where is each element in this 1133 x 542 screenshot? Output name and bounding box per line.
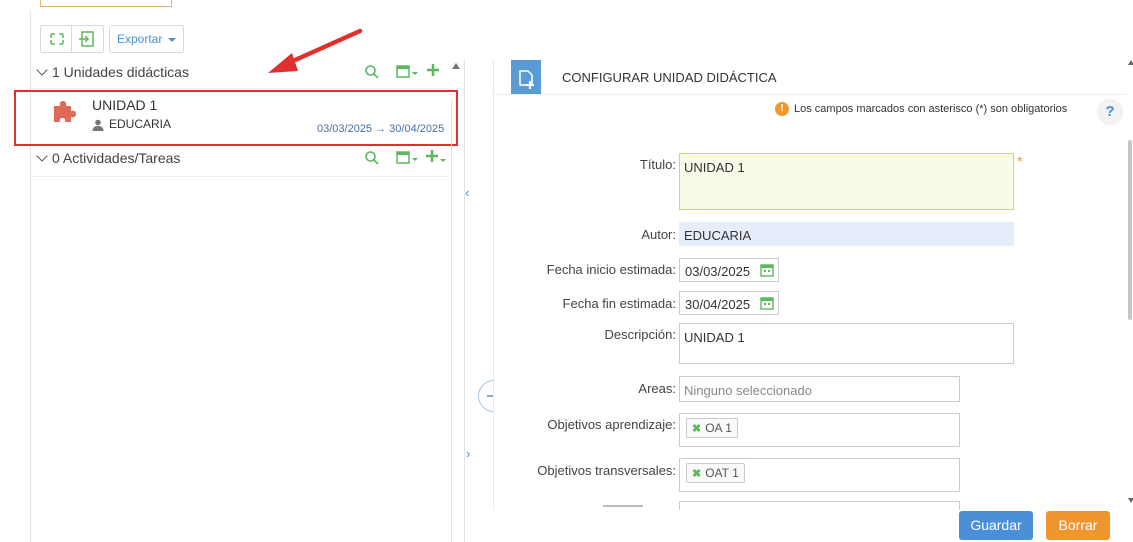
annotation-arrow bbox=[262, 25, 372, 80]
borrar-button[interactable]: Borrar bbox=[1046, 511, 1110, 540]
expand-icon[interactable] bbox=[45, 30, 69, 48]
next-field-label-partial bbox=[603, 503, 643, 507]
calendar-dropdown-icon[interactable] bbox=[396, 149, 420, 165]
titulo-field[interactable]: UNIDAD 1 bbox=[679, 153, 1014, 210]
descripcion-value: UNIDAD 1 bbox=[684, 330, 745, 345]
descripcion-field[interactable]: UNIDAD 1 bbox=[679, 323, 1014, 364]
import-icon[interactable] bbox=[75, 29, 99, 49]
puzzle-icon bbox=[51, 98, 77, 126]
caret-down-icon bbox=[168, 38, 176, 42]
required-note: Los campos marcados con asterisco (*) so… bbox=[794, 103, 1068, 115]
config-header-icon bbox=[511, 60, 541, 94]
titulo-label: Título: bbox=[639, 157, 676, 172]
scrollbar-thumb[interactable] bbox=[1128, 140, 1132, 320]
export-label: Exportar bbox=[117, 32, 163, 46]
autor-value: EDUCARIA bbox=[684, 228, 752, 243]
calendar-icon[interactable] bbox=[760, 263, 774, 277]
fecha-fin-value: 30/04/2025 bbox=[685, 297, 751, 312]
top-cut-strip bbox=[0, 0, 1133, 10]
toolbar-divider bbox=[71, 26, 72, 52]
chevron-down-icon bbox=[36, 150, 48, 162]
search-icon[interactable] bbox=[364, 150, 380, 166]
calendar-icon[interactable] bbox=[760, 296, 774, 310]
collapse-left-arrow[interactable]: ‹ bbox=[465, 185, 469, 200]
remove-tag-icon[interactable]: ✖ bbox=[692, 423, 701, 435]
activities-header-label: 0 Actividades/Tareas bbox=[52, 150, 181, 166]
right-scrollbar[interactable] bbox=[1127, 60, 1133, 542]
guardar-button[interactable]: Guardar bbox=[959, 511, 1033, 540]
titulo-value: UNIDAD 1 bbox=[684, 160, 745, 175]
objetivos-select[interactable]: ✖ OA 1 bbox=[679, 413, 960, 447]
autor-label: Autor: bbox=[641, 227, 676, 242]
export-button[interactable]: Exportar bbox=[109, 25, 184, 53]
left-scroll-track bbox=[451, 100, 452, 542]
calendar-dropdown-icon[interactable] bbox=[396, 63, 420, 79]
units-section-header[interactable]: 1 Unidades didácticas bbox=[36, 64, 189, 80]
areas-placeholder: Ninguno seleccionado bbox=[684, 383, 812, 398]
scroll-up-arrow[interactable] bbox=[1128, 60, 1133, 65]
areas-label: Areas: bbox=[638, 381, 676, 396]
transversal-tag[interactable]: ✖ OAT 1 bbox=[686, 463, 745, 483]
view-buttons-group bbox=[40, 25, 104, 53]
top-tab-fragment bbox=[40, 0, 172, 7]
user-icon bbox=[92, 118, 104, 131]
panel-header: CONFIGURAR UNIDAD DIDÁCTICA bbox=[493, 60, 1127, 95]
unit-list-item[interactable]: UNIDAD 1 EDUCARIA 03/03/2025 → 30/04/202… bbox=[31, 92, 451, 142]
unit-author: EDUCARIA bbox=[109, 117, 172, 131]
objetivo-tag[interactable]: ✖ OA 1 bbox=[686, 418, 738, 438]
panel-title: CONFIGURAR UNIDAD DIDÁCTICA bbox=[562, 70, 777, 85]
divider bbox=[31, 176, 449, 177]
units-header-label: 1 Unidades didácticas bbox=[52, 64, 189, 80]
unit-dates: 03/03/2025 → 30/04/2025 bbox=[317, 123, 445, 135]
fecha-fin-field[interactable]: 30/04/2025 bbox=[679, 291, 779, 315]
required-asterisk: * bbox=[1017, 153, 1023, 169]
objetivos-label: Objetivos aprendizaje: bbox=[547, 417, 676, 432]
fecha-inicio-label: Fecha inicio estimada: bbox=[546, 262, 676, 277]
autor-field: EDUCARIA bbox=[679, 222, 1014, 246]
descripcion-label: Descripción: bbox=[604, 327, 676, 342]
fecha-fin-label: Fecha fin estimada: bbox=[562, 296, 676, 311]
remove-tag-icon[interactable]: ✖ bbox=[692, 468, 701, 480]
help-button[interactable]: ? bbox=[1097, 99, 1123, 125]
scroll-up-arrow[interactable] bbox=[452, 63, 460, 69]
fecha-inicio-value: 03/03/2025 bbox=[685, 264, 751, 279]
expand-right-arrow[interactable]: › bbox=[466, 446, 470, 461]
transversal-tag-label: OAT 1 bbox=[705, 466, 739, 480]
unit-title: UNIDAD 1 bbox=[92, 97, 158, 113]
fecha-inicio-field[interactable]: 03/03/2025 bbox=[679, 258, 779, 282]
chevron-down-icon bbox=[36, 64, 48, 76]
add-unit-icon[interactable] bbox=[425, 62, 441, 78]
objetivo-tag-label: OA 1 bbox=[705, 421, 732, 435]
scroll-down-arrow[interactable] bbox=[1128, 498, 1133, 503]
warning-icon: ! bbox=[775, 102, 789, 116]
areas-select[interactable]: Ninguno seleccionado bbox=[679, 376, 960, 402]
transversales-label: Objetivos transversales: bbox=[537, 463, 676, 478]
divider bbox=[31, 88, 449, 89]
add-activity-dropdown-icon[interactable] bbox=[425, 148, 447, 164]
transversales-select[interactable]: ✖ OAT 1 bbox=[679, 458, 960, 492]
activities-section-header[interactable]: 0 Actividades/Tareas bbox=[36, 150, 180, 166]
